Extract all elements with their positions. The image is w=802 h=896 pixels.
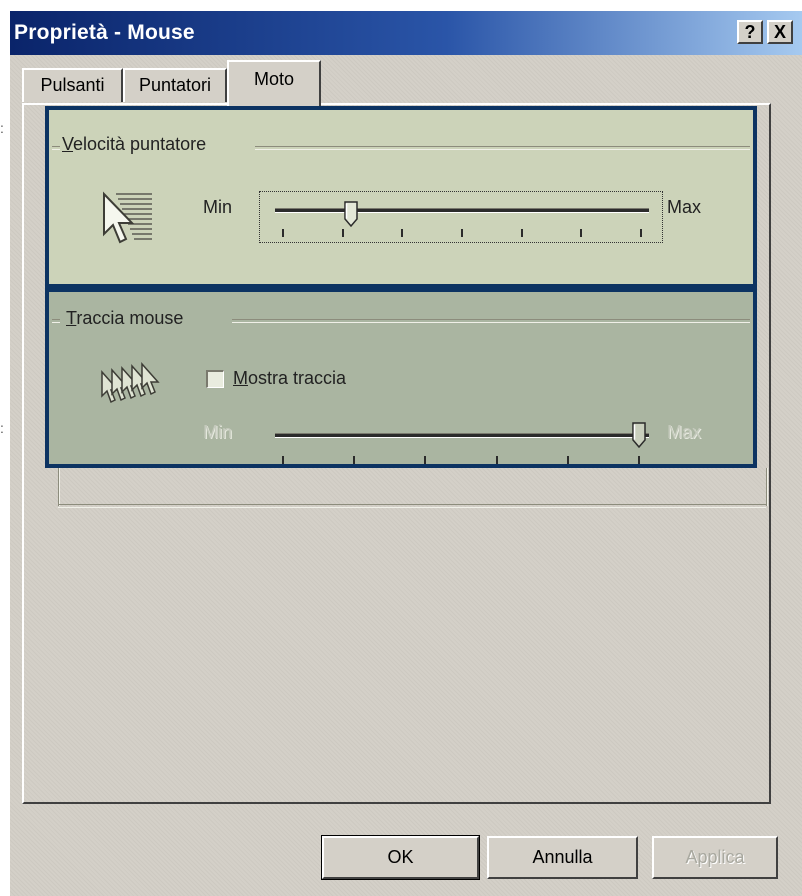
- show-trail-checkbox[interactable]: [206, 370, 224, 388]
- slider-thumb[interactable]: [632, 422, 646, 448]
- group-border-top: [52, 146, 60, 150]
- access-key: T: [66, 308, 77, 328]
- group-border-top: [255, 146, 750, 150]
- groupbox-bottom: [58, 504, 766, 508]
- ok-button[interactable]: OK: [321, 835, 480, 880]
- cancel-button[interactable]: Annulla: [487, 836, 638, 879]
- show-trail-label[interactable]: Mostra traccia: [233, 368, 346, 389]
- edge-mark: :: [0, 420, 4, 436]
- trail-min-label: Min: [203, 422, 233, 442]
- group-border-top: [52, 319, 60, 323]
- access-key: V: [62, 134, 74, 154]
- close-button[interactable]: X: [767, 20, 793, 44]
- trail-length-slider[interactable]: [259, 416, 663, 468]
- slider-tick: [282, 229, 284, 237]
- tab-puntatori[interactable]: Puntatori: [123, 68, 227, 102]
- tab-moto[interactable]: Moto: [227, 60, 321, 106]
- slider-track: [275, 433, 649, 438]
- slider-tick: [282, 456, 284, 464]
- slider-tick: [580, 229, 583, 237]
- slider-tick: [640, 229, 642, 237]
- slider-tick: [424, 456, 427, 464]
- group-border-top: [232, 319, 750, 323]
- tab-pulsanti[interactable]: Pulsanti: [22, 68, 123, 102]
- access-key: M: [233, 368, 248, 388]
- slider-tick: [353, 456, 356, 464]
- title-bar[interactable]: Proprietà - Mouse ? X: [10, 11, 802, 55]
- checkbox-label-text: ostra traccia: [248, 368, 347, 388]
- groupbox-edge: [58, 468, 60, 506]
- mouse-trail-icon: [101, 362, 160, 404]
- pointer-speed-icon: [103, 191, 152, 244]
- group-title-text: raccia mouse: [76, 308, 184, 328]
- slider-tick: [495, 456, 498, 464]
- slider-track: [275, 208, 649, 213]
- slider-tick: [401, 229, 404, 237]
- slider-tick: [341, 229, 344, 237]
- help-button[interactable]: ?: [737, 20, 763, 44]
- slider-tick: [638, 456, 640, 464]
- mouse-trail-group-title: Traccia mouse: [66, 308, 183, 329]
- trail-max-label: Max: [667, 422, 702, 442]
- groupbox-edge: [766, 468, 768, 506]
- apply-button[interactable]: Applica: [652, 836, 778, 879]
- slider-tick: [566, 456, 569, 464]
- slider-thumb[interactable]: [344, 201, 358, 227]
- speed-max-label: Max: [667, 197, 702, 217]
- slider-tick: [520, 229, 523, 237]
- pointer-speed-group-title: Velocità puntatore: [62, 134, 206, 155]
- speed-min-label: Min: [203, 197, 233, 217]
- edge-mark: :: [0, 120, 4, 136]
- pointer-speed-slider[interactable]: [259, 191, 663, 243]
- window-title: Proprietà - Mouse: [14, 21, 195, 44]
- group-title-text: elocità puntatore: [73, 134, 207, 154]
- slider-tick: [461, 229, 463, 237]
